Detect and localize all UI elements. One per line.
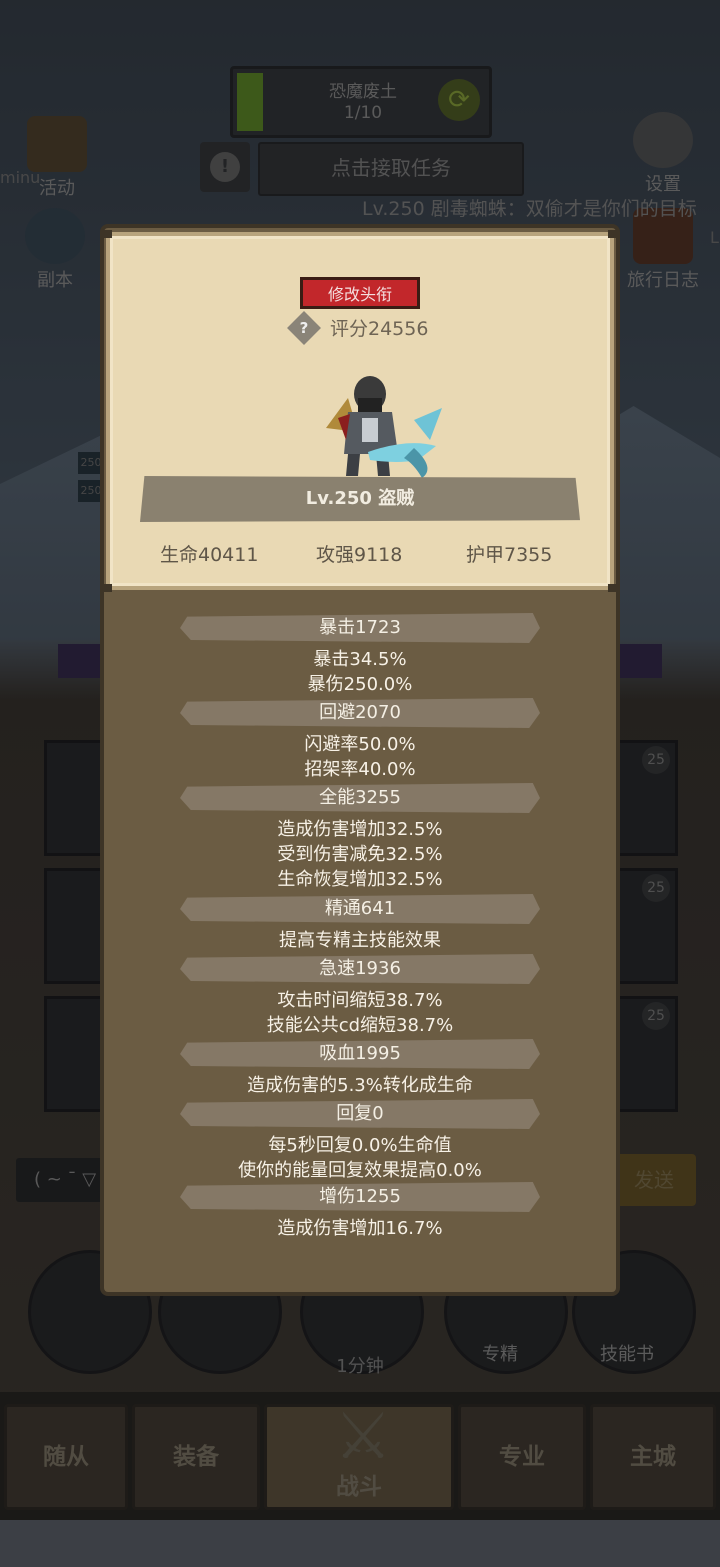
stat-header: 精通641 <box>324 898 396 919</box>
stat-line: 提高专精主技能效果 <box>279 930 441 951</box>
stat-line: 生命恢复增加32.5% <box>277 869 443 890</box>
question-mark-icon: ? <box>299 319 309 337</box>
card-corner <box>104 230 112 238</box>
stat-line: 受到伤害减免32.5% <box>277 844 443 865</box>
stat-header: 急速1936 <box>319 958 401 979</box>
stat-line: 造成伤害增加16.7% <box>277 1218 443 1239</box>
stat-line: 攻击时间缩短38.7% <box>277 990 443 1011</box>
rogue-character-sprite <box>326 376 442 478</box>
stat-line: 造成伤害的5.3%转化成生命 <box>247 1075 473 1096</box>
stat-line: 技能公共cd缩短38.7% <box>266 1015 454 1036</box>
stat-header: 吸血1995 <box>319 1043 401 1064</box>
card-corner <box>608 584 616 592</box>
stat-header: 暴击1723 <box>319 617 401 638</box>
score-text: 评分24556 <box>330 318 429 340</box>
stat-header: 回避2070 <box>319 702 401 723</box>
stat-header: 全能3255 <box>319 787 401 808</box>
stat-line: 每5秒回复0.0%生命值 <box>268 1135 452 1156</box>
stat-line: 使你的能量回复效果提高0.0% <box>238 1160 482 1181</box>
stat-header: 回复0 <box>336 1103 384 1124</box>
card-corner <box>608 230 616 238</box>
stat-line: 闪避率50.0% <box>304 734 416 755</box>
armor-stat: 护甲7355 <box>466 544 553 566</box>
stat-line: 暴击34.5% <box>313 649 407 670</box>
card-corner <box>104 584 112 592</box>
stat-header: 增伤1255 <box>319 1186 401 1207</box>
stat-line: 招架率40.0% <box>304 759 416 780</box>
level-class-text: Lv.250 盗贼 <box>305 488 415 509</box>
edit-title-button[interactable]: 修改头衔 <box>300 277 420 309</box>
stat-line: 暴伤250.0% <box>307 674 413 695</box>
attack-stat: 攻强9118 <box>316 544 403 566</box>
stat-line: 造成伤害增加32.5% <box>277 819 443 840</box>
hp-stat: 生命40411 <box>160 544 259 566</box>
